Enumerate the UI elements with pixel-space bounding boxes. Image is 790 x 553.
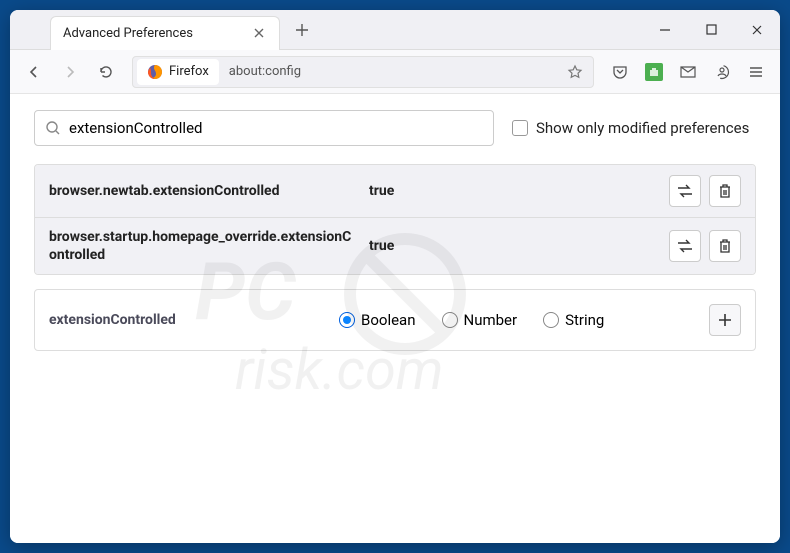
- back-button[interactable]: [18, 56, 50, 88]
- checkbox-label: Show only modified preferences: [536, 119, 749, 137]
- close-window-button[interactable]: [734, 10, 780, 50]
- close-icon[interactable]: [251, 25, 267, 41]
- pref-value: true: [369, 238, 659, 254]
- radio-boolean[interactable]: Boolean: [339, 311, 416, 329]
- radio-string[interactable]: String: [543, 311, 604, 329]
- search-input[interactable]: [69, 119, 483, 137]
- new-pref-name: extensionControlled: [49, 312, 329, 328]
- browser-tab[interactable]: Advanced Preferences: [50, 16, 280, 50]
- preference-row: browser.newtab.extensionControlled true: [35, 165, 755, 218]
- search-icon: [45, 120, 61, 136]
- radio-icon: [339, 312, 355, 328]
- identity-box[interactable]: Firefox: [137, 59, 219, 85]
- toolbar-icons: [604, 56, 772, 88]
- mail-icon[interactable]: [672, 56, 704, 88]
- checkbox-icon: [512, 120, 528, 136]
- forward-button[interactable]: [54, 56, 86, 88]
- show-modified-checkbox[interactable]: Show only modified preferences: [512, 119, 749, 137]
- pref-value: true: [369, 183, 659, 199]
- search-box[interactable]: [34, 110, 494, 146]
- radio-icon: [543, 312, 559, 328]
- pref-name: browser.startup.homepage_override.extens…: [49, 228, 359, 264]
- toggle-button[interactable]: [669, 175, 701, 207]
- radio-icon: [442, 312, 458, 328]
- search-row: Show only modified preferences: [34, 110, 756, 146]
- identity-label: Firefox: [169, 64, 209, 79]
- url-text: about:config: [221, 64, 561, 79]
- delete-button[interactable]: [709, 175, 741, 207]
- type-radio-group: Boolean Number String: [339, 311, 699, 329]
- pref-name: browser.newtab.extensionControlled: [49, 182, 359, 200]
- preference-list: browser.newtab.extensionControlled true …: [34, 164, 756, 275]
- toolbar: Firefox about:config: [10, 50, 780, 94]
- menu-icon[interactable]: [740, 56, 772, 88]
- titlebar: Advanced Preferences: [10, 10, 780, 50]
- toggle-button[interactable]: [669, 230, 701, 262]
- add-button[interactable]: [709, 304, 741, 336]
- new-tab-button[interactable]: [288, 16, 316, 44]
- radio-number[interactable]: Number: [442, 311, 518, 329]
- window-controls: [642, 10, 780, 50]
- tab-title: Advanced Preferences: [63, 26, 251, 41]
- content-area: PCrisk.com Show only modified preference…: [10, 94, 780, 543]
- extension-icon[interactable]: [638, 56, 670, 88]
- preference-row: browser.startup.homepage_override.extens…: [35, 218, 755, 274]
- maximize-button[interactable]: [688, 10, 734, 50]
- new-preference-row: extensionControlled Boolean Number Strin…: [34, 289, 756, 351]
- firefox-icon: [147, 64, 163, 80]
- reload-button[interactable]: [90, 56, 122, 88]
- window: Advanced Preferences Firefox about:confi…: [10, 10, 780, 543]
- account-icon[interactable]: [706, 56, 738, 88]
- delete-button[interactable]: [709, 230, 741, 262]
- url-bar[interactable]: Firefox about:config: [132, 56, 594, 88]
- bookmark-star-icon[interactable]: [561, 58, 589, 86]
- pocket-icon[interactable]: [604, 56, 636, 88]
- minimize-button[interactable]: [642, 10, 688, 50]
